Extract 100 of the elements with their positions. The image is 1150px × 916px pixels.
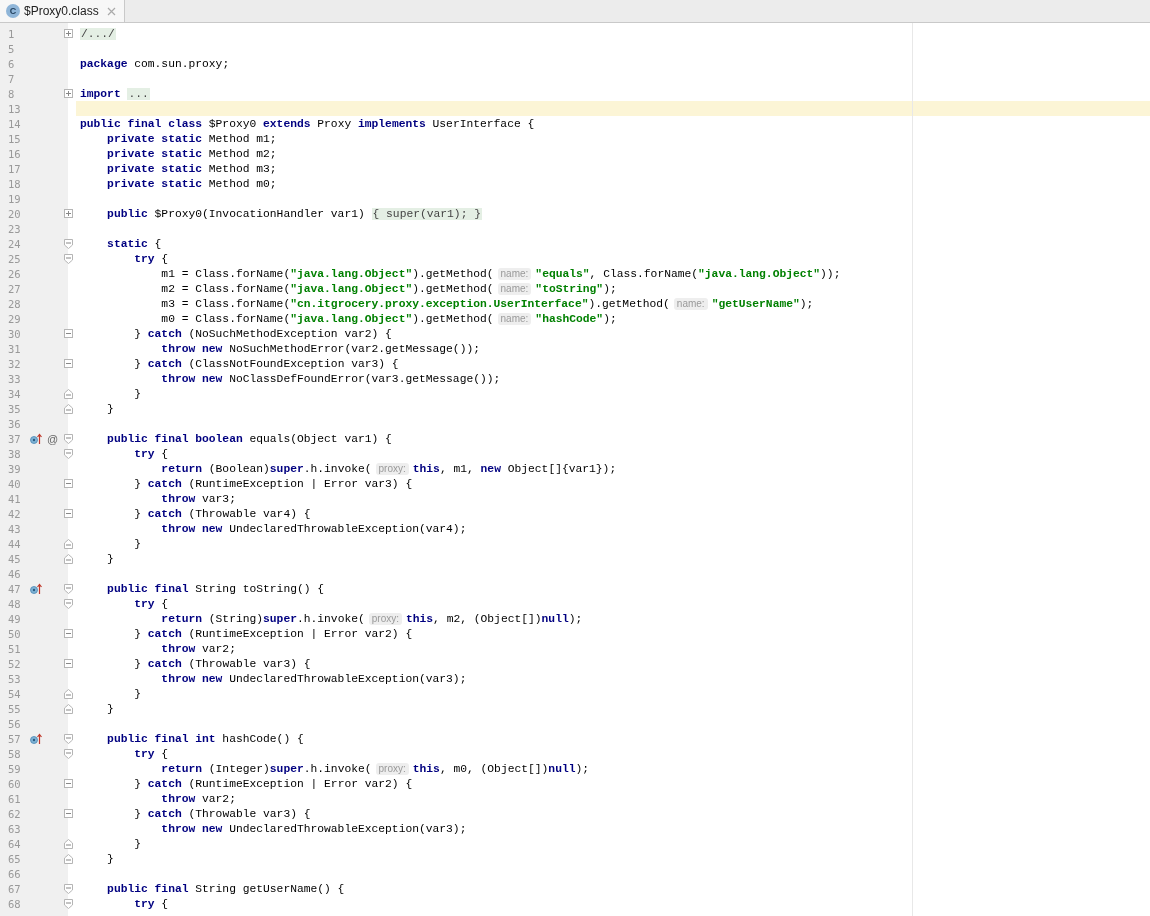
line-number: 26 — [7, 267, 22, 280]
collapse-fold-icon[interactable] — [63, 253, 73, 264]
code-text: private static Method m1; — [106, 132, 277, 145]
line-number: 63 — [7, 822, 22, 835]
collapse-fold-icon[interactable] — [63, 883, 73, 894]
line-number: 68 — [7, 897, 22, 910]
line-number: 44 — [7, 537, 22, 550]
fold-marker-icon[interactable] — [63, 809, 73, 818]
parameter-hint: proxy: — [368, 612, 402, 625]
override-icon[interactable] — [30, 432, 42, 445]
annotation-marker[interactable]: @ — [47, 432, 59, 445]
code-text: return (Boolean)super.h.invoke( — [160, 462, 372, 475]
fold-end-icon[interactable] — [63, 553, 73, 564]
override-icon[interactable] — [30, 582, 42, 595]
line-number: 43 — [7, 522, 22, 535]
code-text: m3 = Class.forName("cn.itgrocery.proxy.exception.UserInterface").getMethod( — [160, 297, 670, 310]
line-number: 56 — [7, 717, 22, 730]
collapse-fold-icon[interactable] — [63, 898, 73, 909]
code-text: } catch (Throwable var3) { — [133, 657, 311, 670]
collapse-fold-icon[interactable] — [63, 238, 73, 249]
code-text: this, m1, new Object[]{var1}); — [412, 462, 617, 475]
line-number: 47 — [7, 582, 22, 595]
line-number: 40 — [7, 477, 22, 490]
fold-end-icon[interactable] — [63, 853, 73, 864]
collapse-fold-icon[interactable] — [63, 448, 73, 459]
code-text: throw new NoSuchMethodError(var2.getMessage()); — [160, 342, 480, 355]
fold-end-icon[interactable] — [63, 388, 73, 399]
collapse-fold-icon[interactable] — [63, 748, 73, 759]
class-file-icon: C — [6, 4, 20, 18]
code-text: static { — [106, 237, 162, 250]
code-text: throw new UndeclaredThrowableException(var3); — [160, 822, 467, 835]
code-text: public final String getUserName() { — [106, 882, 345, 895]
line-number: 54 — [7, 687, 22, 700]
code-text: "equals", Class.forName("java.lang.Object")); — [535, 267, 841, 280]
expand-fold-icon[interactable] — [63, 209, 73, 218]
code-text: } catch (Throwable var3) { — [133, 807, 311, 820]
file-tab[interactable]: C $Proxy0.class — [0, 0, 125, 22]
code-text: } — [106, 552, 114, 565]
code-text: throw new UndeclaredThrowableException(var3); — [160, 672, 467, 685]
line-number: 8 — [7, 87, 16, 100]
code-text: } — [133, 687, 141, 700]
code-text: private static Method m3; — [106, 162, 277, 175]
code-text: public final boolean equals(Object var1) { — [106, 432, 392, 445]
code-text: } catch (NoSuchMethodException var2) { — [133, 327, 392, 340]
fold-marker-icon[interactable] — [63, 509, 73, 518]
line-number: 64 — [7, 837, 22, 850]
code-text: throw var3; — [160, 492, 236, 505]
code-text: "toString"); — [535, 282, 617, 295]
code-text: this, m0, (Object[])null); — [412, 762, 590, 775]
line-number: 41 — [7, 492, 22, 505]
code-text: throw var2; — [160, 642, 236, 655]
code-text: } — [106, 702, 114, 715]
fold-marker-icon[interactable] — [63, 659, 73, 668]
line-number: 23 — [7, 222, 22, 235]
line-number: 15 — [7, 132, 22, 145]
code-text: try { — [133, 252, 169, 265]
code-text: public final class $Proxy0 extends Proxy implements UserInterface { — [80, 117, 535, 130]
line-number: 59 — [7, 762, 22, 775]
line-number: 62 — [7, 807, 22, 820]
collapse-fold-icon[interactable] — [63, 598, 73, 609]
line-number: 66 — [7, 867, 22, 880]
parameter-hint: name: — [497, 282, 532, 295]
expand-fold-icon[interactable] — [63, 89, 73, 98]
code-text: } catch (RuntimeException | Error var3) { — [133, 477, 413, 490]
code-text: private static Method m2; — [106, 147, 277, 160]
line-number: 25 — [7, 252, 22, 265]
line-number: 6 — [7, 57, 16, 70]
code-text: } — [106, 402, 114, 415]
fold-marker-icon[interactable] — [63, 479, 73, 488]
collapse-fold-icon[interactable] — [63, 433, 73, 444]
line-number: 27 — [7, 282, 22, 295]
fold-marker-icon[interactable] — [63, 629, 73, 638]
code-text: "hashCode"); — [535, 312, 617, 325]
code-text: public $Proxy0(InvocationHandler var1) { super(var1); } — [106, 207, 482, 220]
close-icon[interactable] — [106, 6, 116, 16]
line-number: 50 — [7, 627, 22, 640]
fold-end-icon[interactable] — [63, 688, 73, 699]
fold-end-icon[interactable] — [63, 403, 73, 414]
line-number: 18 — [7, 177, 22, 190]
line-number: 55 — [7, 702, 22, 715]
code-text: try { — [133, 897, 169, 910]
code-text: m0 = Class.forName("java.lang.Object").getMethod( — [160, 312, 494, 325]
fold-marker-icon[interactable] — [63, 359, 73, 368]
fold-marker-icon[interactable] — [63, 329, 73, 338]
line-number: 17 — [7, 162, 22, 175]
fold-end-icon[interactable] — [63, 838, 73, 849]
line-number: 14 — [7, 117, 22, 130]
line-number: 7 — [7, 72, 16, 85]
expand-fold-icon[interactable] — [63, 29, 73, 38]
fold-marker-icon[interactable] — [63, 779, 73, 788]
fold-end-icon[interactable] — [63, 538, 73, 549]
line-number: 46 — [7, 567, 22, 580]
line-number: 36 — [7, 417, 22, 430]
collapse-fold-icon[interactable] — [63, 583, 73, 594]
fold-end-icon[interactable] — [63, 703, 73, 714]
line-number: 45 — [7, 552, 22, 565]
collapse-fold-icon[interactable] — [63, 733, 73, 744]
parameter-hint: proxy: — [375, 762, 409, 775]
line-number: 24 — [7, 237, 22, 250]
override-icon[interactable] — [30, 732, 42, 745]
